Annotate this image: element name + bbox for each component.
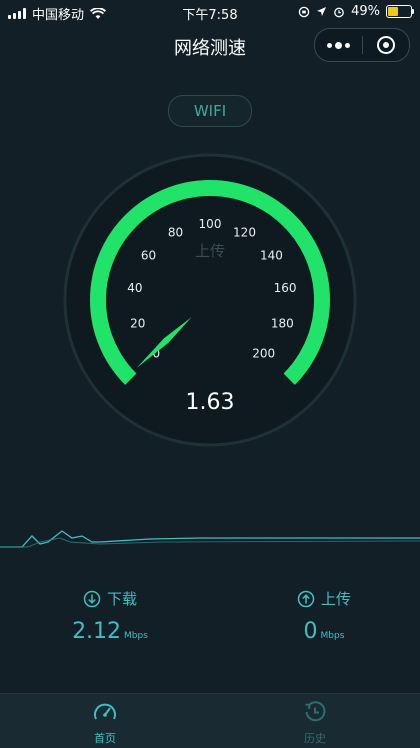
gauge-tick-label: 200 [252,347,275,361]
download-unit: Mbps [124,631,148,641]
gauge-tick-label: 160 [274,281,297,295]
tab-history[interactable]: 历史 [265,700,365,746]
tab-home[interactable]: 首页 [55,700,155,746]
tab-history-label: 历史 [265,730,365,746]
status-bar: 中国移动 下午7:58 49% [0,0,420,24]
gauge-minor-tick [221,197,222,204]
upload-stat: 上传 0 Mbps [244,588,404,644]
download-stat: 下载 2.12 Mbps [30,588,190,644]
gauge-tick-label: 80 [168,225,183,239]
current-speed-value: 1.63 [0,390,420,415]
mini-program-capsule [314,28,410,62]
upload-unit: Mbps [321,631,345,641]
history-icon [302,700,328,724]
download-label: 下载 [107,588,137,609]
battery-percent: 49% [351,4,380,19]
nav-bar: 网络测速 [0,24,420,68]
gauge-minor-tick [307,308,314,309]
location-icon [316,6,327,17]
network-type-badge: WIFI [168,95,252,127]
upload-label: 上传 [321,588,351,609]
rotation-lock-icon [298,6,310,18]
gauge-tick-label: 100 [199,217,222,231]
alarm-icon [333,6,345,18]
download-arrow-icon [83,590,101,608]
gauge-mode-label: 上传 [0,240,420,261]
tab-bar: 首页 历史 [0,693,420,748]
more-dot-icon [335,42,342,49]
more-menu-button[interactable] [315,42,362,49]
more-dot-icon [327,43,332,48]
more-dot-icon [345,43,350,48]
battery-icon [386,5,412,18]
gauge-tick-label: 120 [233,225,256,239]
gauge-tick-label: 20 [130,316,145,330]
close-mini-program-button[interactable] [363,36,410,54]
download-value: 2.12 [72,619,121,644]
target-close-icon [377,36,395,54]
upload-arrow-icon [297,590,315,608]
gauge-minor-tick [198,197,199,204]
speedometer-icon [92,700,118,724]
speed-history-wave [0,520,420,560]
gauge-tick-label: 40 [127,281,142,295]
tab-home-label: 首页 [55,730,155,746]
upload-value: 0 [304,619,318,644]
gauge-tick-label: 180 [271,316,294,330]
gauge-minor-tick [106,308,113,309]
